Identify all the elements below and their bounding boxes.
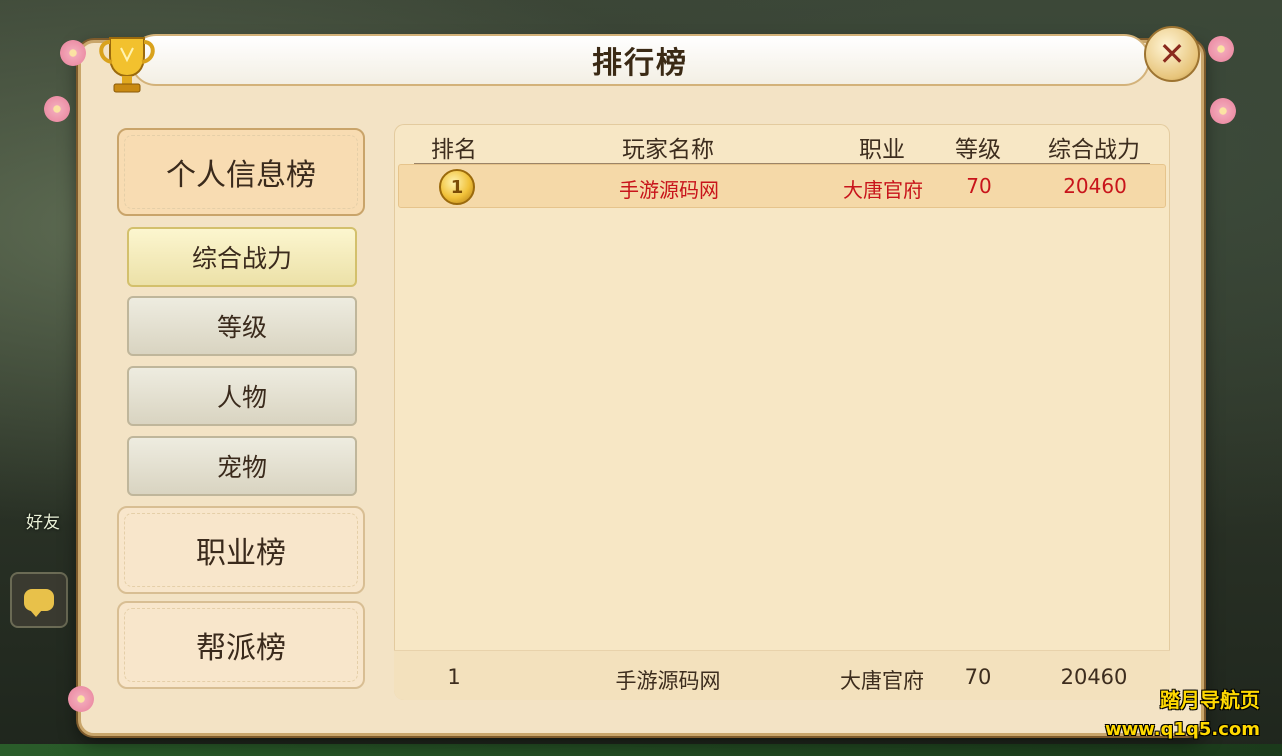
chat-button[interactable] <box>10 572 68 628</box>
close-icon: ✕ <box>1158 35 1186 73</box>
ranking-table: 排名 玩家名称 职业 等级 综合战力 1 手游源码网 大唐官府 70 20460… <box>394 124 1170 700</box>
sub-tab-pet[interactable]: 宠物 <box>127 436 357 496</box>
flower-decoration <box>60 40 86 66</box>
page-title: 排行榜 <box>592 46 688 81</box>
category-label: 帮派榜 <box>196 631 286 666</box>
rank-value: 1 <box>450 176 464 198</box>
category-guild[interactable]: 帮派榜 <box>117 601 365 689</box>
player-class: 大唐官府 <box>843 178 923 202</box>
my-rank: 1 <box>447 665 461 689</box>
table-header: 排名 玩家名称 职业 等级 综合战力 <box>414 126 1150 164</box>
sub-tab-power[interactable]: 综合战力 <box>127 227 357 287</box>
flower-decoration <box>68 686 94 712</box>
gold-medal-icon: 1 <box>439 169 475 205</box>
category-personal-info[interactable]: 个人信息榜 <box>117 128 365 216</box>
sub-tab-character[interactable]: 人物 <box>127 366 357 426</box>
watermark: 踏月导航页 www.q1q5.com <box>1105 684 1260 740</box>
my-class: 大唐官府 <box>840 669 924 693</box>
my-level: 70 <box>964 665 992 689</box>
bottom-exp-bar <box>0 744 1282 756</box>
friend-label[interactable]: 好友 <box>26 508 60 533</box>
player-power: 20460 <box>1063 174 1127 198</box>
column-header-class: 职业 <box>859 137 905 163</box>
sub-tab-label: 综合战力 <box>191 244 292 273</box>
player-level: 70 <box>966 174 992 198</box>
category-label: 职业榜 <box>196 536 286 571</box>
column-header-power: 综合战力 <box>1048 137 1140 163</box>
sub-tab-label: 人物 <box>216 383 267 412</box>
my-name: 手游源码网 <box>615 669 721 693</box>
chat-bubble-icon <box>24 589 54 617</box>
my-rank-row: 1 手游源码网 大唐官府 70 20460 <box>394 650 1170 700</box>
sub-tab-label: 等级 <box>216 313 267 342</box>
column-header-rank: 排名 <box>431 137 477 163</box>
flower-decoration <box>1208 36 1234 62</box>
watermark-line1: 踏月导航页 <box>1160 688 1260 712</box>
title-bar: 排行榜 <box>130 34 1150 86</box>
column-header-name: 玩家名称 <box>622 137 714 163</box>
watermark-line2: www.q1q5.com <box>1104 719 1260 740</box>
category-profession[interactable]: 职业榜 <box>117 506 365 594</box>
sub-tab-level[interactable]: 等级 <box>127 296 357 356</box>
column-header-level: 等级 <box>955 137 1001 163</box>
trophy-icon <box>92 30 162 98</box>
player-name: 手游源码网 <box>619 178 719 202</box>
category-label: 个人信息榜 <box>166 158 316 193</box>
sub-tab-label: 宠物 <box>216 453 267 482</box>
flower-decoration <box>44 96 70 122</box>
table-row[interactable]: 1 手游源码网 大唐官府 70 20460 <box>398 164 1166 208</box>
close-button[interactable]: ✕ <box>1144 26 1200 82</box>
flower-decoration <box>1210 98 1236 124</box>
